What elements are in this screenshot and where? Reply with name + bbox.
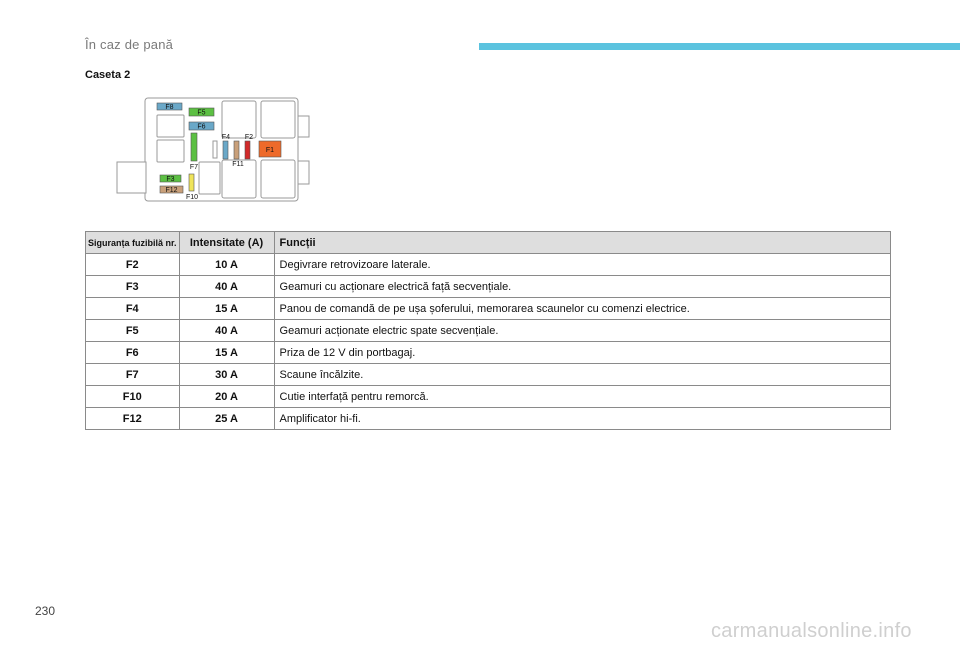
fuse-function: Priza de 12 V din portbagaj. (273, 341, 892, 364)
fuse-number: F6 (85, 341, 180, 364)
column-header-function: Funcții (273, 231, 892, 254)
fuse-table: Siguranța fuzibilă nr. Intensitate (A) F… (85, 231, 892, 430)
fuse-f11-label: F11 (232, 161, 244, 168)
column-header-amperage: Intensitate (A) (178, 231, 275, 254)
table-row: F7 30 A Scaune încălzite. (85, 363, 892, 386)
fuse-amperage: 15 A (178, 297, 275, 320)
fuse-number: F3 (85, 275, 180, 298)
fuse-function: Panou de comandă de pe ușa șoferului, me… (273, 297, 892, 320)
relay-block (156, 139, 185, 163)
fuse-f7-label: F7 (190, 164, 198, 171)
table-row: F3 40 A Geamuri cu acționare electrică f… (85, 275, 892, 298)
fuse-amperage: 10 A (178, 253, 275, 276)
header-accent-bar (479, 43, 960, 50)
fuse-f5-label: F5 (197, 110, 205, 117)
fuse-f6-label: F6 (197, 124, 205, 131)
table-row: F12 25 A Amplificator hi-fi. (85, 407, 892, 430)
fuse-amperage: 25 A (178, 407, 275, 430)
fuse-f4-label: F4 (222, 134, 230, 141)
fuse-f2-label: F2 (245, 134, 253, 141)
left-side-tab (116, 161, 147, 194)
fuse-f2 (244, 140, 251, 160)
relay-block (221, 100, 257, 139)
right-side-tab-top (297, 115, 310, 138)
fuse-function: Geamuri cu acționare electrică față secv… (273, 275, 892, 298)
table-row: F4 15 A Panou de comandă de pe ușa șofer… (85, 297, 892, 320)
fuse-f12-label: F12 (165, 187, 177, 194)
fuse-amperage: 30 A (178, 363, 275, 386)
relay-block (198, 161, 221, 195)
relay-block (156, 114, 185, 138)
fuse-amperage: 15 A (178, 341, 275, 364)
table-row: F10 20 A Cutie interfață pentru remorcă. (85, 385, 892, 408)
watermark: carmanualsonline.info (711, 620, 912, 642)
table-header-row: Siguranța fuzibilă nr. Intensitate (A) F… (85, 231, 892, 254)
fuse-f7 (190, 132, 198, 162)
page-number: 230 (35, 604, 56, 618)
fuse-function: Geamuri acționate electric spate secvenț… (273, 319, 892, 342)
fuse-number: F2 (85, 253, 180, 276)
fuse-f10-label: F10 (186, 194, 198, 201)
fuse-number: F4 (85, 297, 180, 320)
fuse-amperage: 40 A (178, 275, 275, 298)
fuse-function: Amplificator hi-fi. (273, 407, 892, 430)
table-row: F2 10 A Degivrare retrovizoare laterale. (85, 253, 892, 276)
fuse-box-diagram: F8 F5 F6 F7 F4 F11 F2 F1 F3 F12 F10 (116, 97, 310, 202)
fuse-number: F5 (85, 319, 180, 342)
fuse-f10 (188, 173, 195, 192)
table-row: F5 40 A Geamuri acționate electric spate… (85, 319, 892, 342)
relay-block (260, 159, 296, 199)
fuse-f1-label: F1 (266, 147, 274, 154)
fuse-f8-label: F8 (165, 104, 173, 111)
right-side-tab-bottom (297, 160, 310, 185)
fuse-function: Cutie interfață pentru remorcă. (273, 385, 892, 408)
fuse-f3-label: F3 (166, 176, 174, 183)
fuse-function: Degivrare retrovizoare laterale. (273, 253, 892, 276)
fuse-number: F7 (85, 363, 180, 386)
column-header-fuse: Siguranța fuzibilă nr. (85, 231, 180, 254)
fuse-number: F10 (85, 385, 180, 408)
fuse-number: F12 (85, 407, 180, 430)
fuse-f11 (233, 140, 240, 160)
fuse-function: Scaune încălzite. (273, 363, 892, 386)
small-slot (212, 140, 218, 159)
fuse-amperage: 20 A (178, 385, 275, 408)
fuse-f4 (222, 140, 229, 160)
relay-block (260, 100, 296, 139)
section-header-title: În caz de pană (85, 37, 174, 52)
table-row: F6 15 A Priza de 12 V din portbagaj. (85, 341, 892, 364)
section-title: Caseta 2 (85, 69, 131, 81)
fuse-amperage: 40 A (178, 319, 275, 342)
